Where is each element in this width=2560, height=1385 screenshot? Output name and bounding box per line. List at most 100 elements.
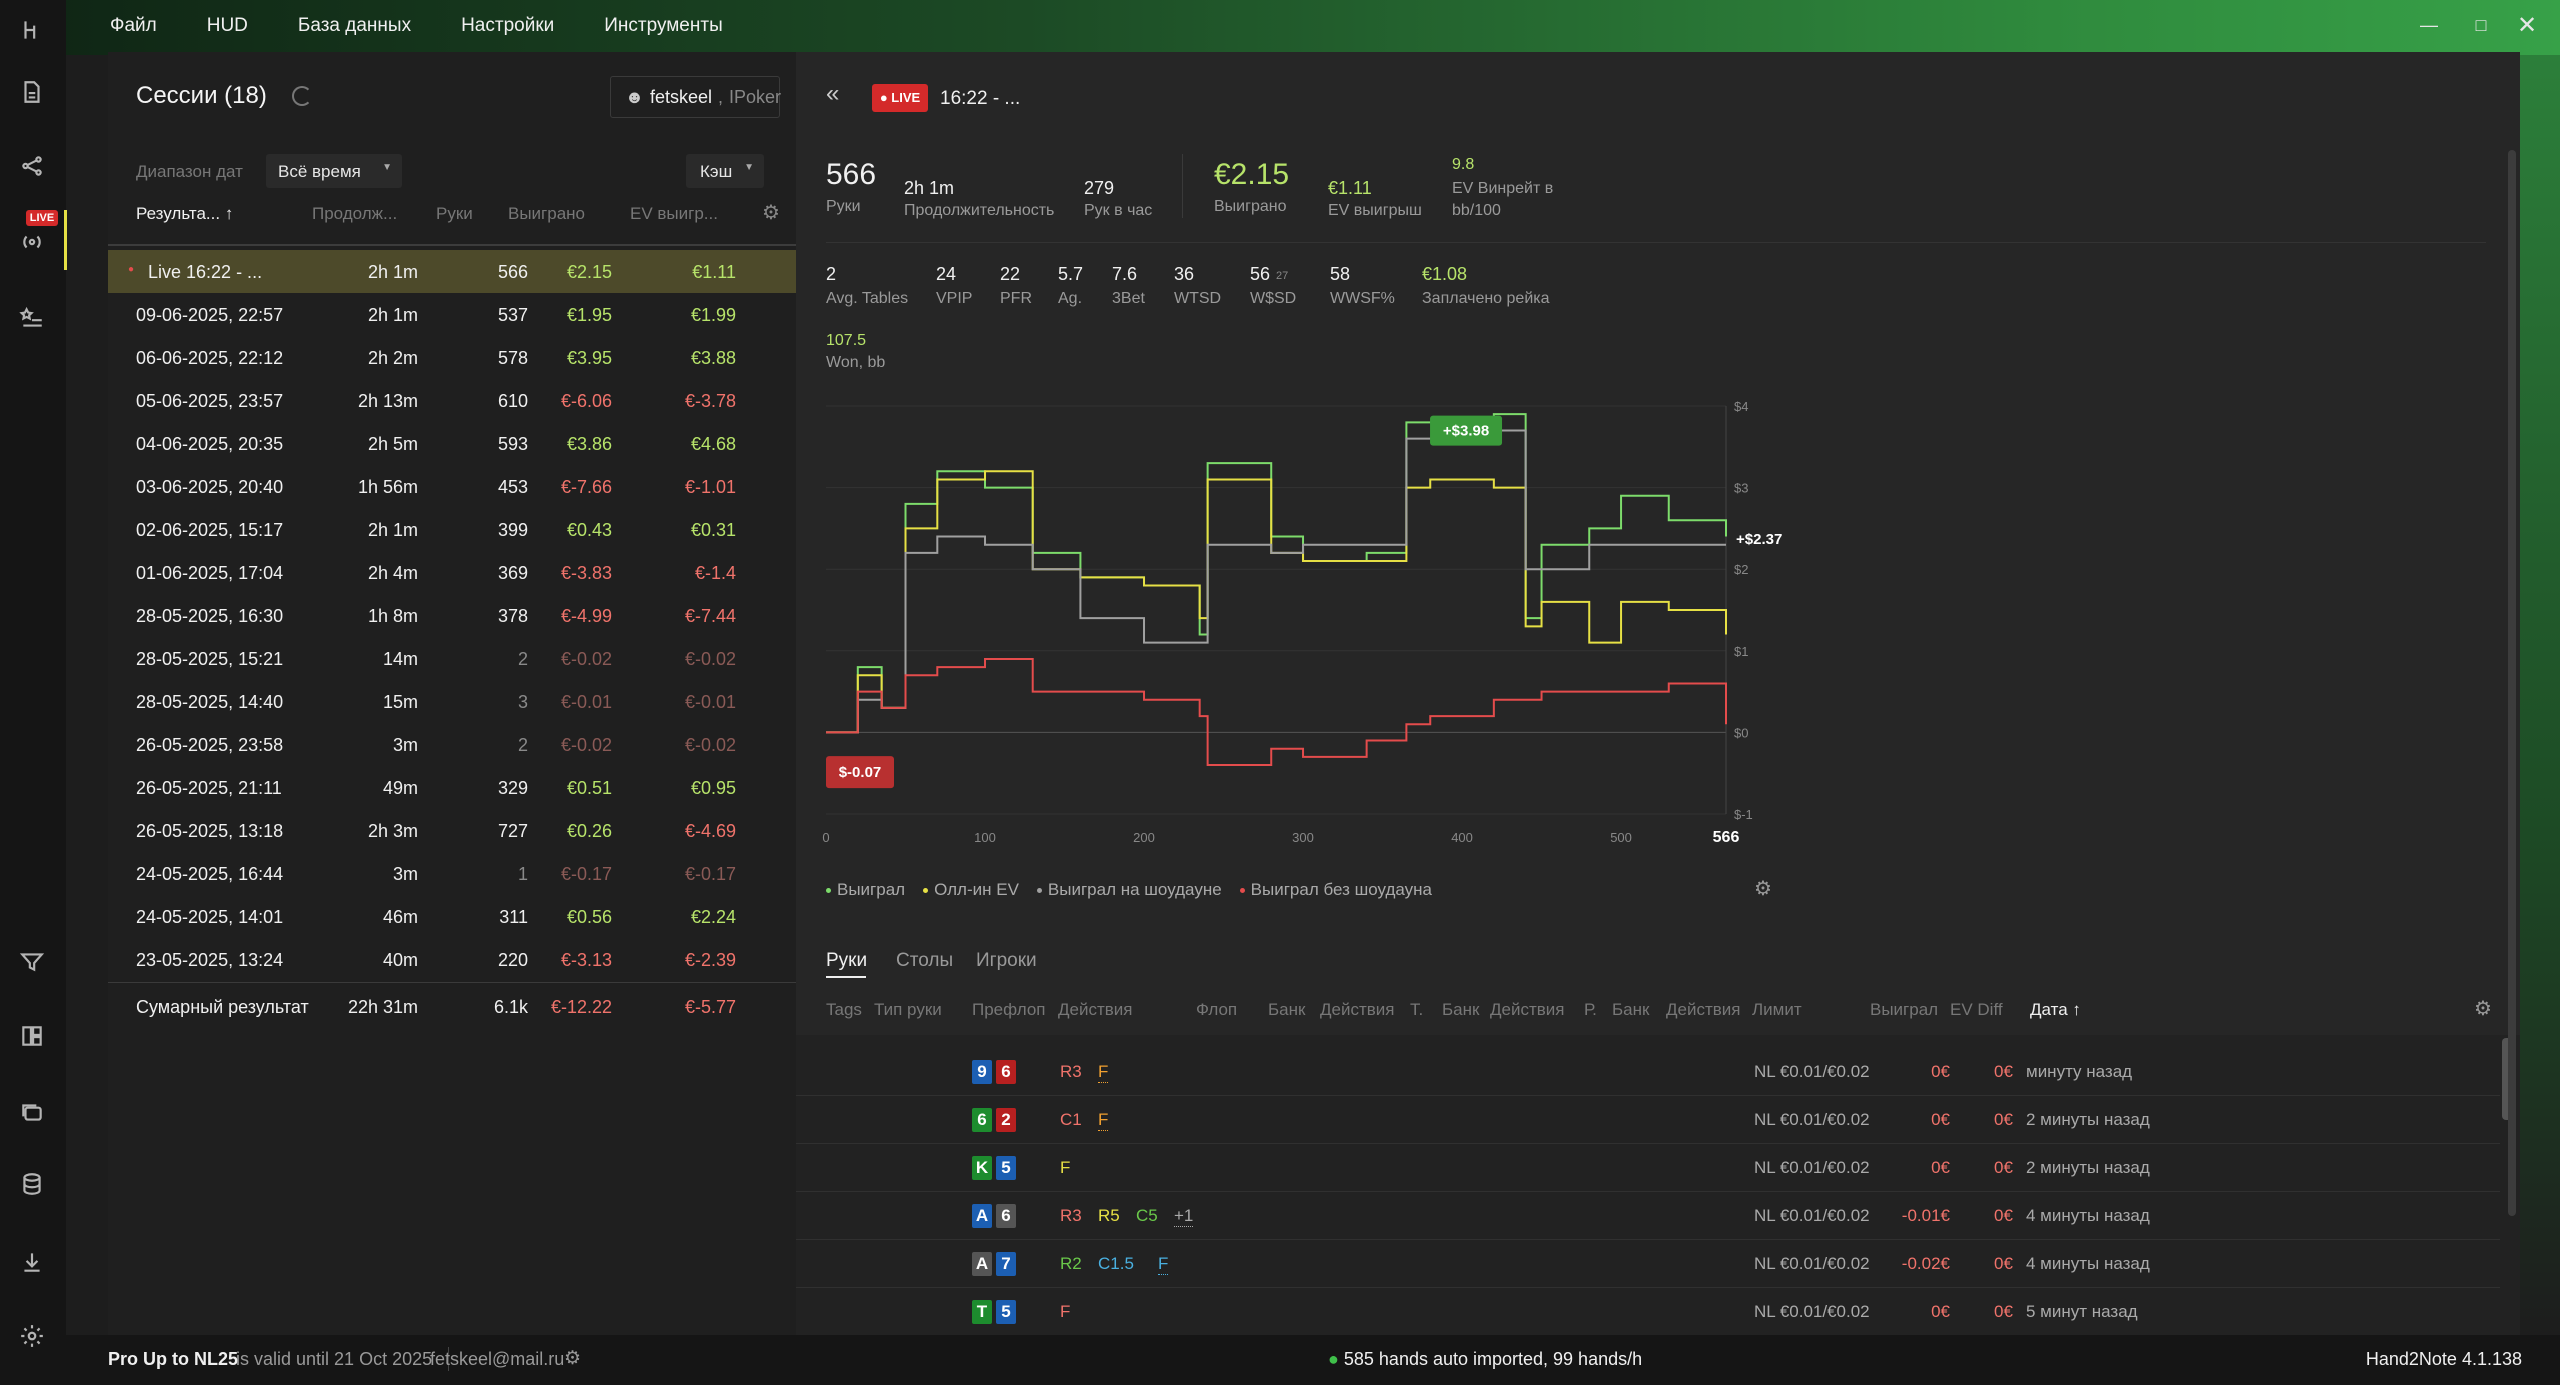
session-row[interactable]: 28-05-2025, 16:30 1h 8m 378 €-4.99 €-7.44 (108, 594, 796, 637)
session-row[interactable]: 26-05-2025, 21:11 49m 329 €0.51 €0.95 (108, 766, 796, 809)
hand-row[interactable]: 6 2 C1 F NL €0.01/€0.02 0€ 0€ 2 минуты назад (796, 1096, 2500, 1144)
legend-item[interactable]: Выиграл без шоудауна (1239, 880, 1432, 900)
hand-row[interactable]: K 5 F NL €0.01/€0.02 0€ 0€ 2 минуты назад (796, 1144, 2500, 1192)
menu-file[interactable]: Файл (110, 15, 157, 37)
collapse-panel-icon[interactable]: « (826, 80, 839, 108)
session-ev: €0.95 (690, 778, 736, 798)
session-row[interactable]: 05-06-2025, 23:57 2h 13m 610 €-6.06 €-3.78 (108, 379, 796, 422)
session-row[interactable]: 26-05-2025, 23:58 3m 2 €-0.02 €-0.02 (108, 723, 796, 766)
duration-label: Продолжительность (904, 202, 1055, 219)
col-header-duration[interactable]: Продолж... (312, 204, 397, 224)
stat-value: 24 (936, 264, 957, 284)
hand-date: 4 минуты назад (2026, 1254, 2150, 1273)
menu-tools[interactable]: Инструменты (604, 15, 722, 37)
refresh-icon[interactable] (292, 86, 312, 106)
hand-col-header[interactable]: Банк (1442, 1000, 1479, 1020)
legend-item[interactable]: Выиграл на шоудауне (1036, 880, 1222, 900)
settings-gear-icon[interactable] (14, 1318, 50, 1354)
col-header-ev[interactable]: EV выигр... (630, 204, 718, 224)
session-row[interactable]: ● Live 16:22 - ... 2h 1m 566 €2.15 €1.11 (108, 250, 796, 293)
hand-won: 0€ (1931, 1110, 1950, 1129)
starred-list-icon[interactable] (14, 300, 50, 336)
hand-row[interactable]: A 7 R2 C1.5 F NL €0.01/€0.02 -0.02€ 0€ 4 минуты … (796, 1240, 2500, 1288)
app-logo-icon[interactable] (14, 12, 50, 48)
session-row[interactable]: 01-06-2025, 17:04 2h 4m 369 €-3.83 €-1.4 (108, 551, 796, 594)
layout-icon[interactable] (14, 1018, 50, 1054)
session-duration: 14m (382, 649, 418, 669)
hand-col-header[interactable]: Действия (1490, 1000, 1564, 1020)
total-won: €-12.22 (550, 997, 612, 1017)
col-header-won[interactable]: Выиграно (508, 204, 585, 224)
col-header-hands[interactable]: Руки (436, 204, 473, 224)
hands-settings-gear-icon[interactable]: ⚙ (2474, 996, 2492, 1021)
close-icon[interactable]: ✕ (2512, 10, 2542, 40)
session-row[interactable]: 03-06-2025, 20:40 1h 56m 453 €-7.66 €-1.01 (108, 465, 796, 508)
session-row[interactable]: 23-05-2025, 13:24 40m 220 €-3.13 €-2.39 (108, 938, 796, 981)
hand-col-header[interactable]: Префлоп (972, 1000, 1046, 1020)
tab-players[interactable]: Игроки (976, 950, 1037, 972)
chart-settings-gear-icon[interactable]: ⚙ (1754, 876, 1772, 901)
hand-row[interactable]: T 5 F NL €0.01/€0.02 0€ 0€ 5 минут назад (796, 1288, 2500, 1336)
date-range-dropdown[interactable]: Всё время ▼ (266, 154, 402, 188)
menu-database[interactable]: База данных (298, 15, 411, 37)
hand-col-header[interactable]: Флоп (1196, 1000, 1237, 1020)
session-row[interactable]: 26-05-2025, 13:18 2h 3m 727 €0.26 €-4.69 (108, 809, 796, 852)
menu-hud[interactable]: HUD (207, 15, 248, 37)
session-row[interactable]: 02-06-2025, 15:17 2h 1m 399 €0.43 €0.31 (108, 508, 796, 551)
hand-limit: NL €0.01/€0.02 (1754, 1158, 1870, 1177)
hand-col-header[interactable]: EV Diff (1950, 1000, 2003, 1020)
tab-tables[interactable]: Столы (896, 950, 953, 972)
hand-col-header[interactable]: Действия (1058, 1000, 1132, 1020)
x-tick-label: 0 (822, 830, 829, 845)
hand-col-header[interactable]: Действия (1320, 1000, 1394, 1020)
minimize-icon[interactable]: — (2414, 10, 2444, 40)
session-row[interactable]: 24-05-2025, 16:44 3m 1 €-0.17 €-0.17 (108, 852, 796, 895)
tab-hands[interactable]: Руки (826, 950, 867, 972)
menu-settings[interactable]: Настройки (461, 15, 554, 37)
hand-col-header[interactable]: Т. (1410, 1000, 1423, 1020)
hand-row[interactable]: 9 6 R3 F NL €0.01/€0.02 0€ 0€ минуту назад (796, 1048, 2500, 1096)
preflop-action: F (1060, 1158, 1071, 1177)
session-row[interactable]: 28-05-2025, 14:40 15m 3 €-0.01 €-0.01 (108, 680, 796, 723)
hand-col-header[interactable]: Лимит (1752, 1000, 1802, 1020)
legend-item[interactable]: Олл-ин EV (923, 880, 1019, 900)
hand-col-header[interactable]: Банк (1612, 1000, 1649, 1020)
hand-col-header[interactable]: Действия (1666, 1000, 1740, 1020)
hole-card: 2 (996, 1108, 1016, 1132)
filter-icon[interactable] (14, 944, 50, 980)
col-header-result[interactable]: Результа... ↑ (136, 204, 233, 224)
legend-item[interactable]: Выиграл (826, 880, 905, 900)
hand-col-header[interactable]: Выиграл (1870, 1000, 1938, 1020)
hand-date: 5 минут назад (2026, 1302, 2138, 1321)
live-broadcast-icon[interactable] (14, 224, 50, 260)
session-duration: 46m (382, 907, 418, 927)
session-row[interactable]: 06-06-2025, 22:12 2h 2m 578 €3.95 €3.88 (108, 336, 796, 379)
session-name: 26-05-2025, 21:11 (136, 778, 282, 798)
detail-scrollbar[interactable] (2508, 150, 2516, 1216)
account-gear-icon[interactable]: ⚙ (564, 1347, 581, 1370)
hand-col-header[interactable]: Дата ↑ (2030, 1000, 2081, 1020)
hand-col-header[interactable]: Tags (826, 1000, 862, 1020)
maximize-icon[interactable]: □ (2466, 10, 2496, 40)
player-selector[interactable]: ☻ fetskeel, IPoker (610, 76, 781, 118)
hand-col-header[interactable]: Тип руки (874, 1000, 942, 1020)
session-row[interactable]: 04-06-2025, 20:35 2h 5m 593 €3.86 €4.68 (108, 422, 796, 465)
network-icon[interactable] (14, 148, 50, 184)
hand-row[interactable]: A 6 R3 R5 C5 +1 NL €0.01/€0.02 -0.01€ 0€ 4 минуты… (796, 1192, 2500, 1240)
session-row[interactable]: 24-05-2025, 14:01 46m 311 €0.56 €2.24 (108, 895, 796, 938)
columns-gear-icon[interactable]: ⚙ (762, 200, 780, 225)
download-icon[interactable] (14, 1244, 50, 1280)
hand-date: 2 минуты назад (2026, 1158, 2150, 1177)
session-row[interactable]: 28-05-2025, 15:21 14m 2 €-0.02 €-0.02 (108, 637, 796, 680)
tables-icon[interactable] (14, 1094, 50, 1130)
series-line (826, 657, 1727, 767)
session-row[interactable]: 09-06-2025, 22:57 2h 1m 537 €1.95 €1.99 (108, 293, 796, 336)
series-line (826, 429, 1726, 734)
database-icon[interactable] (14, 1166, 50, 1202)
hand-col-header[interactable]: Банк (1268, 1000, 1305, 1020)
game-type-dropdown[interactable]: Кэш ▼ (686, 154, 764, 188)
hand-date: 2 минуты назад (2026, 1110, 2150, 1129)
end-annotation: +$2.37 (1736, 531, 1782, 548)
reports-icon[interactable] (14, 74, 50, 110)
hand-col-header[interactable]: Р. (1584, 1000, 1597, 1020)
